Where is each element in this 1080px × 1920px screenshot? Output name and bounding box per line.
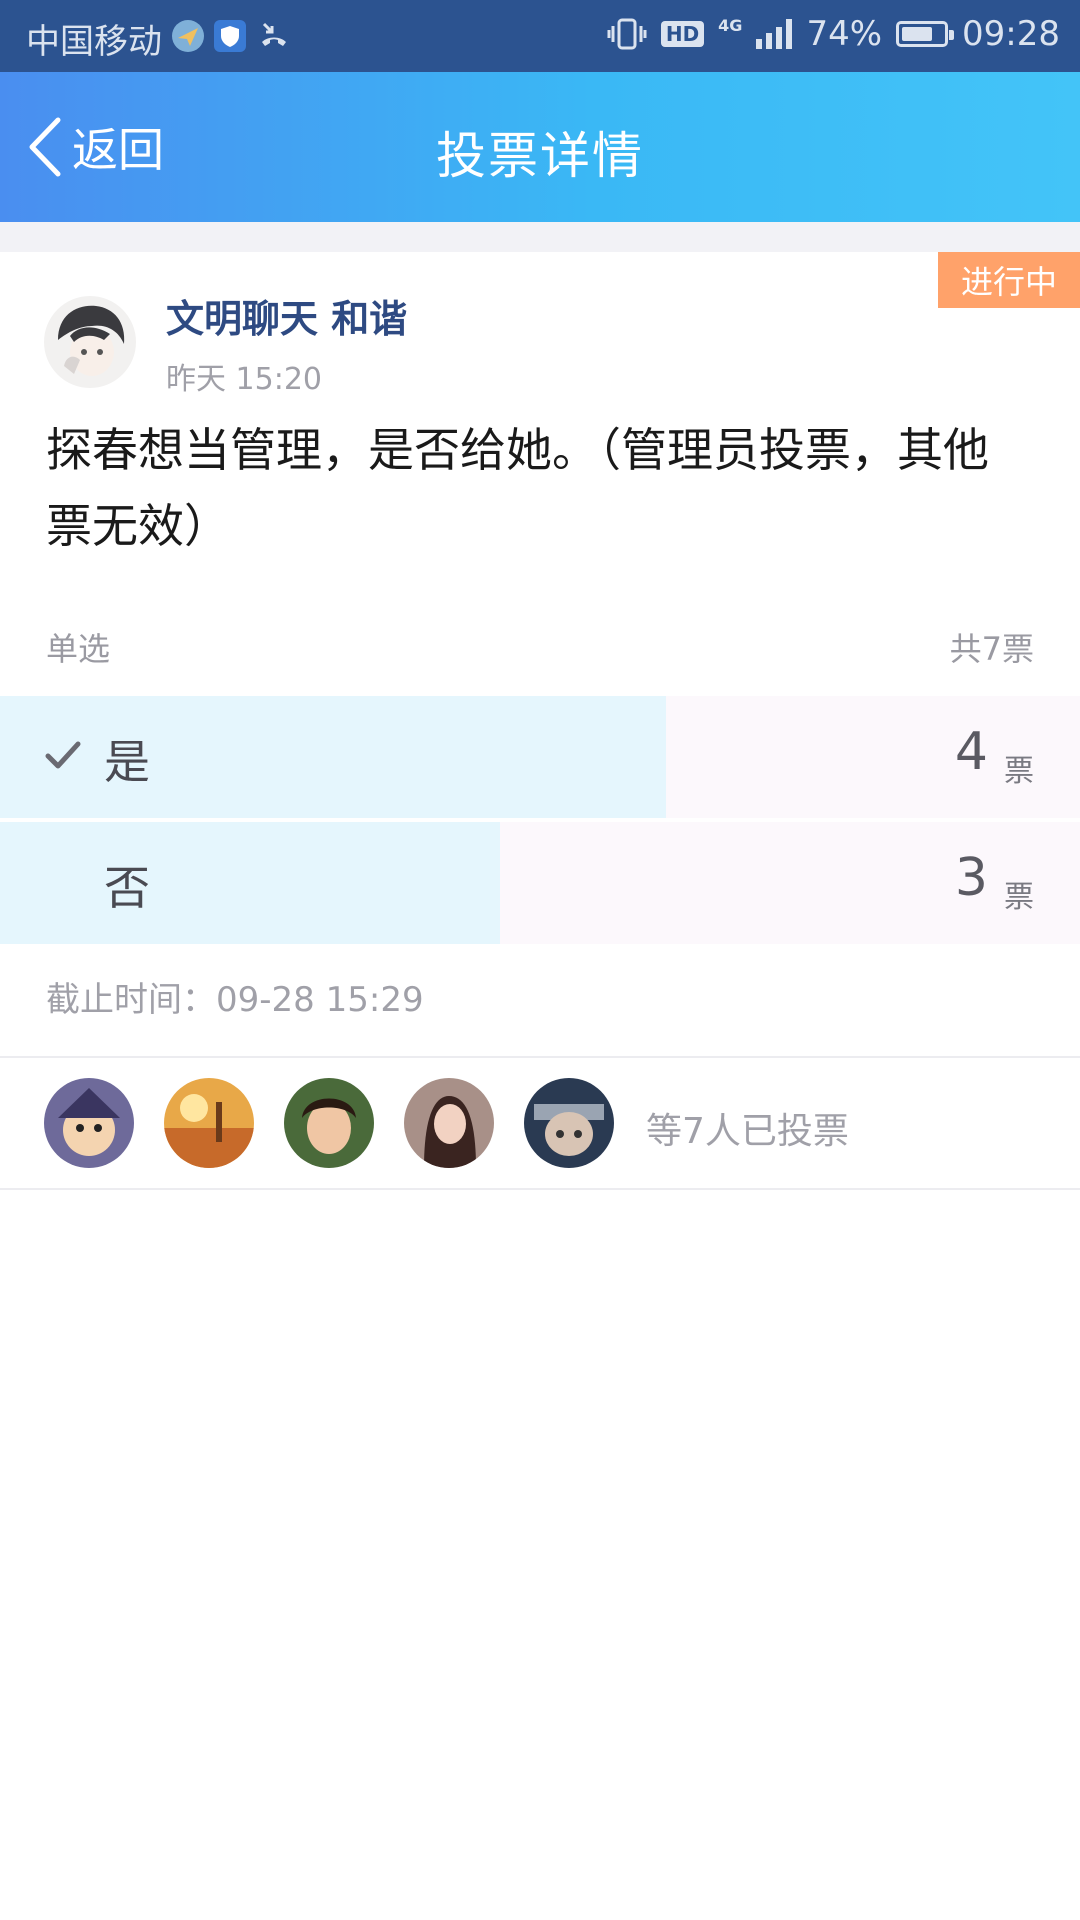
voters-summary[interactable]: 等7人已投票 [646,1102,849,1154]
vibrate-icon [607,18,647,50]
option-count: 4 [954,722,988,782]
avatar-image [284,1078,374,1168]
vote-option-yes[interactable]: 是 4 票 [0,696,1080,818]
clock: 09:28 [962,14,1060,54]
option-count: 3 [954,848,988,908]
voter-avatar[interactable] [284,1078,374,1168]
vote-option-no[interactable]: 否 3 票 [0,822,1080,944]
author-avatar[interactable] [44,296,136,388]
battery-icon [896,21,955,47]
voter-avatar[interactable] [524,1078,614,1168]
option-progress-bar [0,696,667,818]
signal-icon [756,19,793,49]
check-icon [45,741,81,769]
section-gap [0,222,1080,252]
avatar-image [44,1078,134,1168]
vote-card: 进行中 文明聊天 和谐 昨天 15:20 探春想当管理，是否给她。（管理员投票，… [0,252,1080,1188]
network-type: 4G [718,16,743,35]
author-name[interactable]: 文明聊天 和谐 [166,288,407,343]
option-progress-bar [0,822,501,944]
option-label: 是 [104,735,150,789]
status-bar: 中国移动 HD 4G 74% 09:28 [0,0,1080,72]
voter-avatar[interactable] [164,1078,254,1168]
missed-call-icon [262,22,286,46]
status-badge: 进行中 [934,252,1080,308]
shield-icon [214,20,246,52]
voter-avatar[interactable] [404,1078,494,1168]
hd-badge: HD [660,21,705,47]
nav-bar: 返回 投票详情 [0,72,1080,222]
avatar-image [44,296,136,388]
vote-question: 探春想当管理，是否给她。（管理员投票，其他票无效） [46,423,989,553]
option-unit: 票 [1004,880,1034,915]
location-app-icon [172,20,204,52]
vote-deadline: 截止时间：09-28 15:29 [46,980,424,1020]
page-title: 投票详情 [436,127,644,185]
status-right: HD 4G 74% 09:28 [607,14,1060,54]
vote-mode: 单选 [46,630,111,668]
avatar-image [164,1078,254,1168]
carrier-name: 中国移动 [26,22,162,62]
total-votes: 共7票 [949,630,1034,668]
avatar-image [404,1078,494,1168]
battery-fill [902,27,932,41]
divider [0,1188,1080,1190]
avatar-image [524,1078,614,1168]
battery-percent: 74% [806,14,883,54]
post-time: 昨天 15:20 [166,362,322,397]
option-unit: 票 [1004,754,1034,789]
voter-avatar[interactable] [44,1078,134,1168]
option-label: 否 [104,861,150,915]
divider [0,1056,1080,1058]
